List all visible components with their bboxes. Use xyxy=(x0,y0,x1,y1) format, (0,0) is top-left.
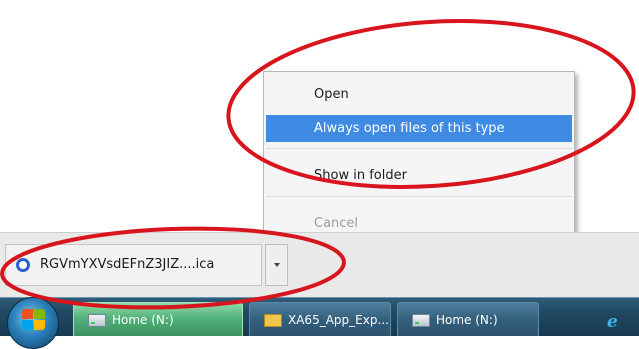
menu-item-open[interactable]: Open xyxy=(266,81,572,108)
download-file-name: RGVmYXVsdEFnZ3JIZ....ica xyxy=(40,257,215,272)
taskbar-button-label: Home (N:) xyxy=(436,313,498,327)
download-item[interactable]: RGVmYXVsdEFnZ3JIZ....ica xyxy=(5,244,262,286)
download-progress-icon xyxy=(16,258,30,272)
internet-explorer-icon[interactable]: e xyxy=(607,312,618,332)
menu-item-always-open[interactable]: Always open files of this type xyxy=(266,115,572,142)
download-bar: RGVmYXVsdEFnZ3JIZ....ica xyxy=(0,232,639,297)
download-options-button[interactable] xyxy=(265,244,288,286)
drive-icon xyxy=(88,314,106,327)
taskbar-button-xa65[interactable]: XA65_App_Exp... xyxy=(249,302,391,336)
download-context-menu: Open Always open files of this type Show… xyxy=(263,71,575,245)
taskbar-button-label: XA65_App_Exp... xyxy=(288,313,389,327)
menu-item-show-in-folder[interactable]: Show in folder xyxy=(266,162,572,189)
taskbar-button-home-1[interactable]: Home (N:) xyxy=(73,302,243,336)
chevron-down-icon xyxy=(274,263,280,267)
start-button[interactable] xyxy=(7,297,59,349)
menu-separator xyxy=(266,196,572,197)
taskbar-button-home-2[interactable]: Home (N:) xyxy=(397,302,539,336)
drive-icon xyxy=(412,314,430,327)
taskbar-button-label: Home (N:) xyxy=(112,313,174,327)
menu-separator xyxy=(266,148,572,149)
folder-icon xyxy=(264,314,282,327)
windows-logo-icon xyxy=(22,309,46,331)
